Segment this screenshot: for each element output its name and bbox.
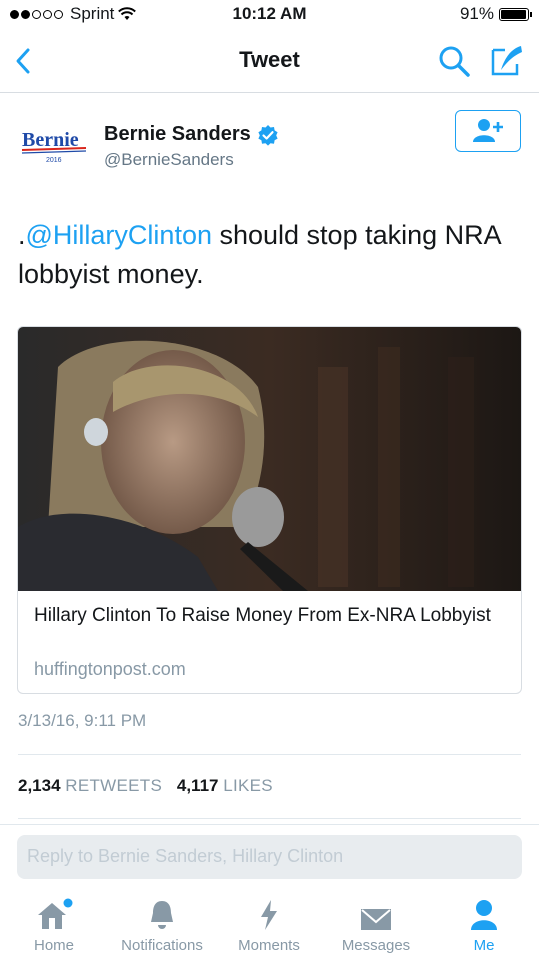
status-bar: Sprint 10:12 AM 91% [0, 0, 539, 30]
compose-icon[interactable] [489, 44, 525, 78]
divider [18, 818, 521, 819]
author-name-row[interactable]: Bernie Sanders [104, 123, 279, 146]
follow-button[interactable] [455, 110, 521, 152]
battery-indicator: 91% [459, 4, 532, 24]
tab-messages-label: Messages [341, 937, 411, 954]
likes-label[interactable]: LIKES [223, 776, 273, 795]
divider [0, 824, 539, 825]
tab-bar: Home Notifications Moments Messages Me [0, 890, 539, 960]
author-name[interactable]: Bernie Sanders [104, 123, 251, 146]
search-icon[interactable] [437, 44, 471, 78]
tab-moments-label: Moments [238, 937, 300, 954]
link-card[interactable]: Hillary Clinton To Raise Money From Ex-N… [17, 326, 522, 694]
avatar[interactable]: Bernie 2016 [18, 124, 90, 166]
tweet-author: Bernie 2016 Bernie Sanders @BernieSander… [0, 100, 539, 190]
person-icon [471, 900, 497, 930]
tab-me[interactable]: Me [432, 896, 536, 954]
battery-icon [499, 7, 532, 21]
envelope-icon [361, 909, 391, 930]
tab-notifications-label: Notifications [121, 937, 203, 954]
tab-messages[interactable]: Messages [324, 896, 428, 954]
divider [18, 754, 521, 755]
tab-moments[interactable]: Moments [217, 896, 321, 954]
tab-home[interactable]: Home [2, 896, 106, 954]
bell-icon [151, 901, 173, 929]
card-photo-image [18, 327, 521, 591]
avatar-year: 2016 [46, 157, 62, 164]
home-icon [38, 898, 73, 929]
tweet-text: .@HillaryClinton should stop taking NRA … [18, 216, 528, 294]
tweet-stats: 2,134 RETWEETS 4,117 LIKES [18, 776, 283, 796]
lightning-icon [261, 900, 277, 930]
author-handle[interactable]: @BernieSanders [104, 150, 234, 170]
bernie-logo-image: Bernie 2016 [21, 129, 87, 164]
tab-me-label: Me [473, 937, 495, 954]
card-domain: huffingtonpost.com [34, 659, 186, 679]
clock: 10:12 AM [232, 4, 307, 23]
navigation-bar: Tweet [0, 30, 539, 93]
battery-percent: 91% [459, 4, 494, 23]
reply-input[interactable]: Reply to Bernie Sanders, Hillary Clinton [17, 835, 522, 879]
card-headline[interactable]: Hillary Clinton To Raise Money From Ex-N… [34, 603, 504, 629]
retweets-label[interactable]: RETWEETS [65, 776, 162, 795]
add-user-icon [473, 119, 503, 142]
retweets-count[interactable]: 2,134 [18, 776, 61, 795]
verified-badge-icon [258, 124, 278, 146]
tweet-timestamp: 3/13/16, 9:11 PM [18, 711, 147, 730]
mention-link[interactable]: @HillaryClinton [26, 220, 212, 250]
tab-notifications[interactable]: Notifications [110, 896, 214, 954]
likes-count[interactable]: 4,117 [177, 776, 219, 795]
tab-home-label: Home [33, 937, 74, 954]
tweet-text-prefix: . [18, 220, 26, 250]
